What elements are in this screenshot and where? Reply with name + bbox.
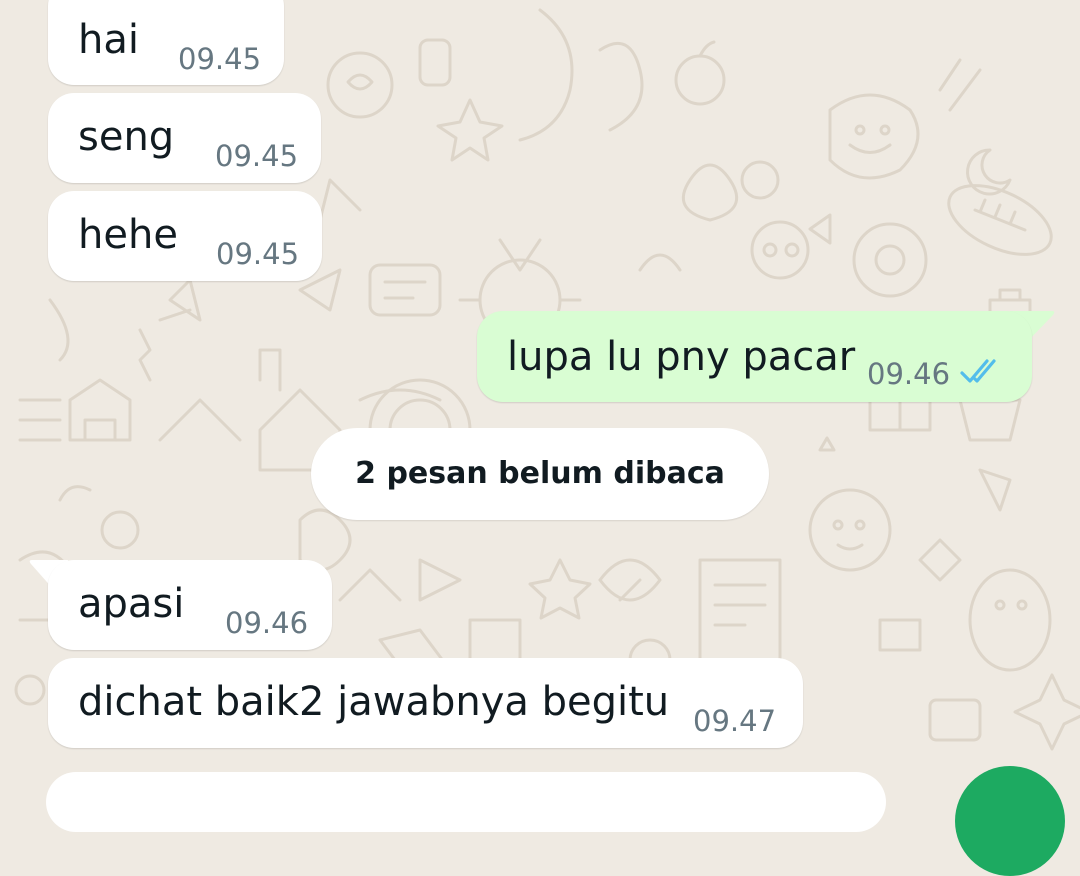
message-timestamp: 09.46 xyxy=(225,606,309,640)
outgoing-message-bubble[interactable]: lupa lu pny pacar 09.46 xyxy=(477,311,1032,402)
message-text: hehe xyxy=(78,212,178,258)
double-check-read-icon xyxy=(960,359,996,383)
message-input-bar[interactable] xyxy=(46,772,886,832)
message-timestamp: 09.45 xyxy=(216,237,300,271)
incoming-message-bubble[interactable]: hehe 09.45 xyxy=(48,191,322,281)
message-text: hai xyxy=(78,17,139,63)
message-text: seng xyxy=(78,114,175,160)
incoming-message-bubble[interactable]: hai 09.45 xyxy=(48,0,284,85)
message-timestamp: 09.45 xyxy=(215,139,299,173)
unread-messages-label: 2 pesan belum dibaca xyxy=(355,456,725,491)
incoming-message-bubble[interactable]: seng 09.45 xyxy=(48,93,321,183)
message-text: lupa lu pny pacar xyxy=(507,334,856,380)
incoming-message-bubble[interactable]: dichat baik2 jawabnya begitu 09.47 xyxy=(48,658,803,748)
message-text: dichat baik2 jawabnya begitu xyxy=(78,679,670,725)
message-timestamp: 09.46 xyxy=(867,357,951,391)
incoming-message-bubble[interactable]: apasi 09.46 xyxy=(48,560,332,650)
message-timestamp: 09.47 xyxy=(693,704,777,738)
message-text: apasi xyxy=(78,581,185,627)
message-timestamp: 09.45 xyxy=(178,42,262,76)
unread-messages-banner: 2 pesan belum dibaca xyxy=(311,428,769,520)
